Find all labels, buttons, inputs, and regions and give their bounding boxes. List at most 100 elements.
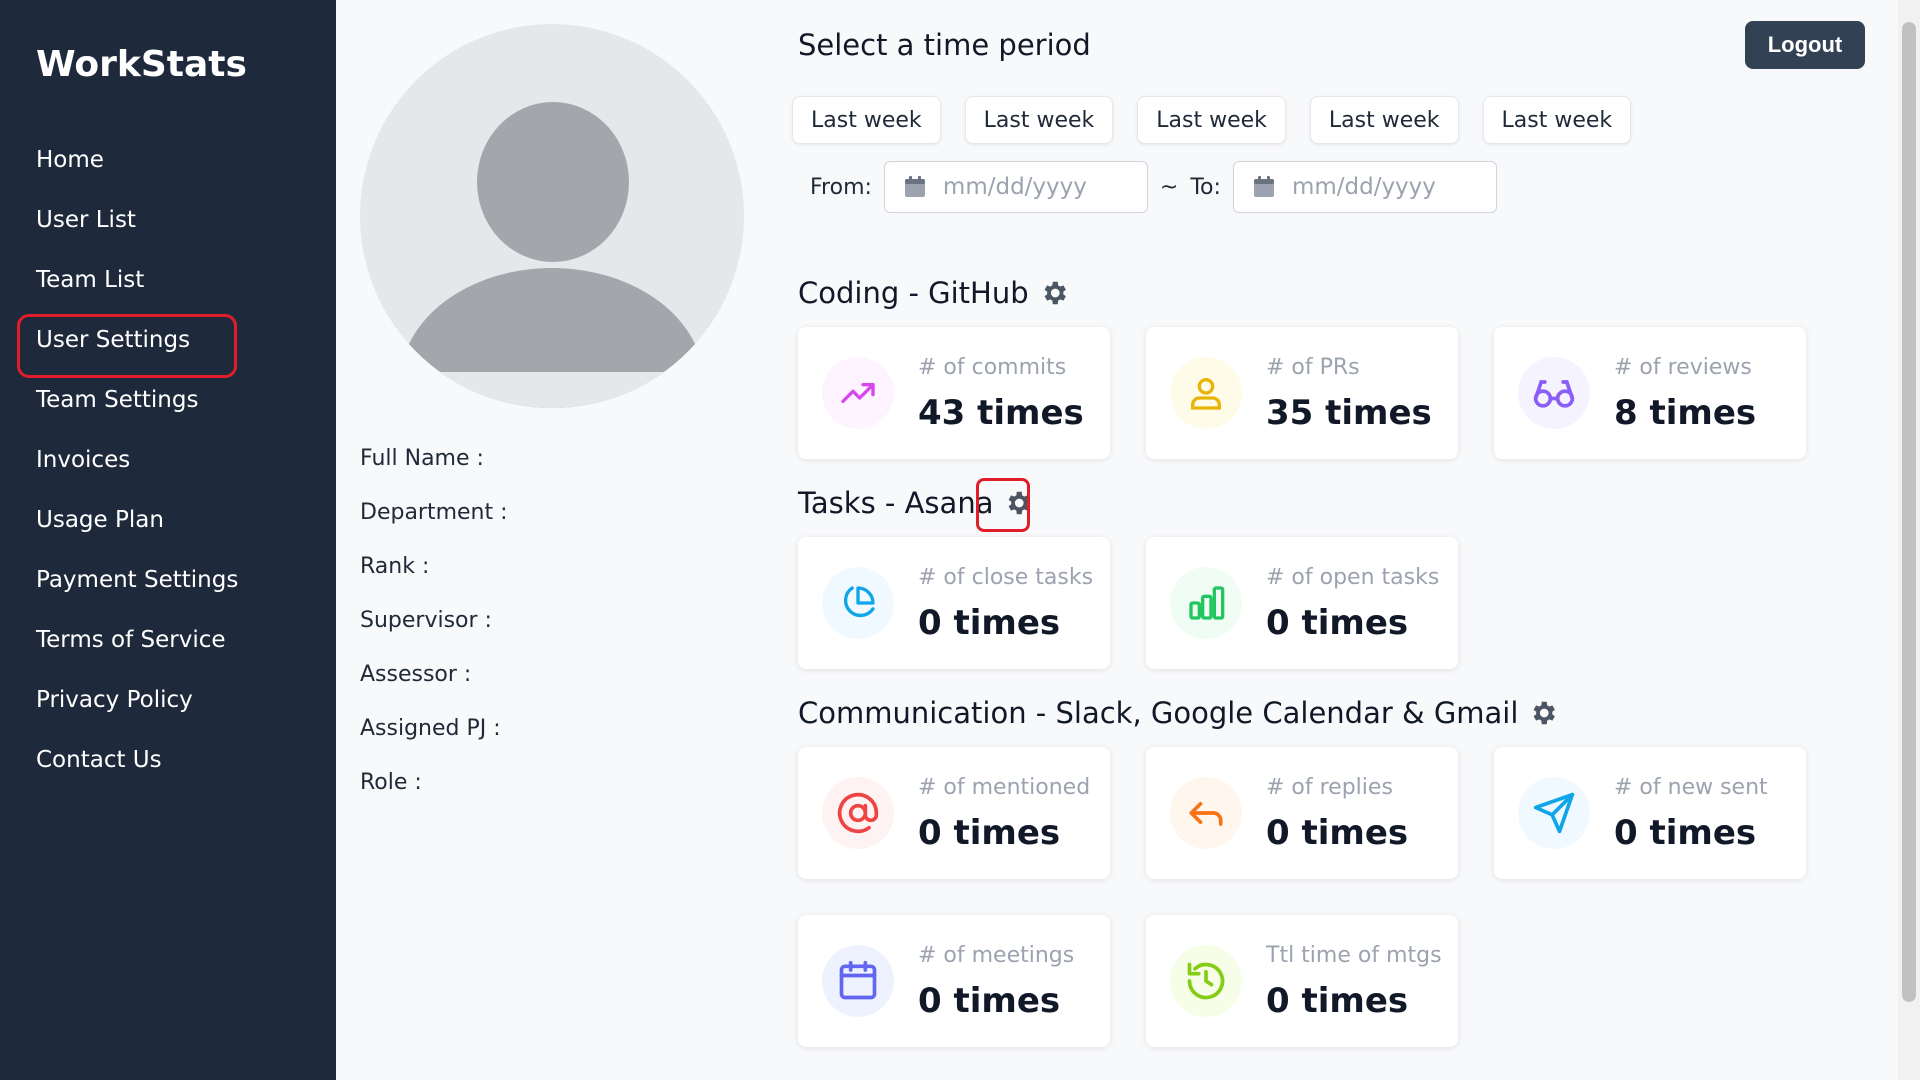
card-value: 0 times xyxy=(1266,981,1409,1021)
scrollbar-thumb[interactable] xyxy=(1902,22,1916,1002)
coding-title-text: Coding - GitHub xyxy=(798,276,1029,310)
card-label: # of open tasks xyxy=(1266,565,1440,590)
sidebar-item-contact-us[interactable]: Contact Us xyxy=(0,730,336,790)
rank-label: Rank : xyxy=(360,554,430,579)
to-date-placeholder: mm/dd/yyyy xyxy=(1291,174,1436,200)
pie-chart-icon xyxy=(822,567,894,639)
profile-fields: Full Name : Department : Rank : Supervis… xyxy=(360,446,508,824)
sidebar-item-label: Invoices xyxy=(36,447,131,473)
coding-section-title: Coding - GitHub xyxy=(798,276,1069,310)
card-value: 43 times xyxy=(918,393,1084,433)
sidebar-item-invoices[interactable]: Invoices xyxy=(0,430,336,490)
sidebar-item-label: Home xyxy=(36,147,104,173)
sidebar-item-label: Contact Us xyxy=(36,747,162,773)
period-button[interactable]: Last week xyxy=(792,96,941,144)
sidebar-item-label: Payment Settings xyxy=(36,567,239,593)
calendar-icon xyxy=(904,176,925,197)
from-date-input[interactable]: mm/dd/yyyy xyxy=(883,161,1148,213)
glasses-icon xyxy=(1518,357,1590,429)
card-value: 0 times xyxy=(1266,813,1409,853)
card-label: # of meetings xyxy=(918,943,1075,968)
period-button[interactable]: Last week xyxy=(1309,96,1459,144)
highlight-box xyxy=(17,314,237,378)
range-separator: ~ xyxy=(1159,174,1179,200)
tasks-title-text: Tasks - Asana xyxy=(798,486,994,520)
card-value: 8 times xyxy=(1614,393,1757,433)
date-range-row: From: mm/dd/yyyy ~ To: mm/dd/yyyy xyxy=(810,161,1497,213)
scrollbar[interactable] xyxy=(1898,0,1920,1080)
to-date-input[interactable]: mm/dd/yyyy xyxy=(1232,161,1497,213)
card-label: # of replies xyxy=(1266,775,1393,800)
supervisor-label: Supervisor : xyxy=(360,608,492,633)
card-label: # of new sent xyxy=(1614,775,1768,800)
assigned-pj-label: Assigned PJ : xyxy=(360,716,501,741)
sidebar-item-user-list[interactable]: User List xyxy=(0,190,336,250)
logout-button[interactable]: Logout xyxy=(1745,21,1865,69)
reply-icon xyxy=(1170,777,1242,849)
replies-card: # of replies 0 times xyxy=(1146,747,1458,879)
sidebar-item-label: Team List xyxy=(36,267,145,293)
calendar-icon xyxy=(1253,176,1274,197)
communication-title-text: Communication - Slack, Google Calendar &… xyxy=(798,696,1519,730)
card-value: 35 times xyxy=(1266,393,1432,433)
communication-section-title: Communication - Slack, Google Calendar &… xyxy=(798,696,1558,730)
trending-up-icon xyxy=(822,357,894,429)
card-label: # of reviews xyxy=(1614,355,1752,380)
highlight-box xyxy=(976,478,1030,532)
card-value: 0 times xyxy=(1614,813,1757,853)
sidebar-item-home[interactable]: Home xyxy=(0,130,336,190)
reviews-card: # of reviews 8 times xyxy=(1494,327,1806,459)
sidebar-item-label: User List xyxy=(36,207,136,233)
full-name-label: Full Name : xyxy=(360,446,484,471)
card-value: 0 times xyxy=(1266,603,1409,643)
bar-chart-icon xyxy=(1170,567,1242,639)
time-period-title: Select a time period xyxy=(798,28,1091,62)
calendar-icon xyxy=(822,945,894,1017)
card-value: 0 times xyxy=(918,981,1061,1021)
card-value: 0 times xyxy=(918,603,1061,643)
commits-card: # of commits 43 times xyxy=(798,327,1110,459)
sidebar-item-privacy-policy[interactable]: Privacy Policy xyxy=(0,670,336,730)
period-button[interactable]: Last week xyxy=(964,96,1114,144)
card-label: Ttl time of mtgs xyxy=(1266,943,1442,968)
department-label: Department : xyxy=(360,500,508,525)
to-label: To: xyxy=(1190,174,1221,200)
sidebar-item-user-settings[interactable]: User Settings xyxy=(0,310,336,378)
sidebar-item-team-list[interactable]: Team List xyxy=(0,250,336,310)
close-tasks-card: # of close tasks 0 times xyxy=(798,537,1110,669)
new-sent-card: # of new sent 0 times xyxy=(1494,747,1806,879)
sidebar-item-team-settings[interactable]: Team Settings xyxy=(0,370,336,430)
gear-icon[interactable] xyxy=(1528,698,1558,728)
time-period-title-text: Select a time period xyxy=(798,28,1091,62)
period-button[interactable]: Last week xyxy=(1482,96,1632,144)
brand-logo[interactable]: WorkStats xyxy=(36,44,247,85)
sidebar-item-payment-settings[interactable]: Payment Settings xyxy=(0,550,336,610)
clock-rotate-icon xyxy=(1170,945,1242,1017)
sidebar: WorkStats Home User List Team List User … xyxy=(0,0,336,1080)
avatar xyxy=(360,24,744,408)
card-label: # of commits xyxy=(918,355,1067,380)
card-value: 0 times xyxy=(918,813,1061,853)
from-label: From: xyxy=(810,174,872,200)
assessor-label: Assessor : xyxy=(360,662,472,687)
at-sign-icon xyxy=(822,777,894,849)
avatar-base xyxy=(360,372,744,408)
sidebar-item-label: Team Settings xyxy=(36,387,199,413)
role-label: Role : xyxy=(360,770,422,795)
sidebar-item-terms-of-service[interactable]: Terms of Service xyxy=(0,610,336,670)
gear-icon[interactable] xyxy=(1039,278,1069,308)
card-label: # of PRs xyxy=(1266,355,1360,380)
open-tasks-card: # of open tasks 0 times xyxy=(1146,537,1458,669)
mentioned-card: # of mentioned 0 times xyxy=(798,747,1110,879)
meetings-card: # of meetings 0 times xyxy=(798,915,1110,1047)
avatar-head xyxy=(477,102,629,262)
user-icon xyxy=(1170,357,1242,429)
sidebar-item-usage-plan[interactable]: Usage Plan xyxy=(0,490,336,550)
from-date-placeholder: mm/dd/yyyy xyxy=(942,174,1087,200)
sidebar-item-label: Terms of Service xyxy=(36,627,226,653)
sidebar-item-label: Privacy Policy xyxy=(36,687,193,713)
card-label: # of mentioned xyxy=(918,775,1091,800)
period-button[interactable]: Last week xyxy=(1137,96,1286,144)
sidebar-nav: Home User List Team List User Settings T… xyxy=(0,130,336,790)
meeting-time-card: Ttl time of mtgs 0 times xyxy=(1146,915,1458,1047)
